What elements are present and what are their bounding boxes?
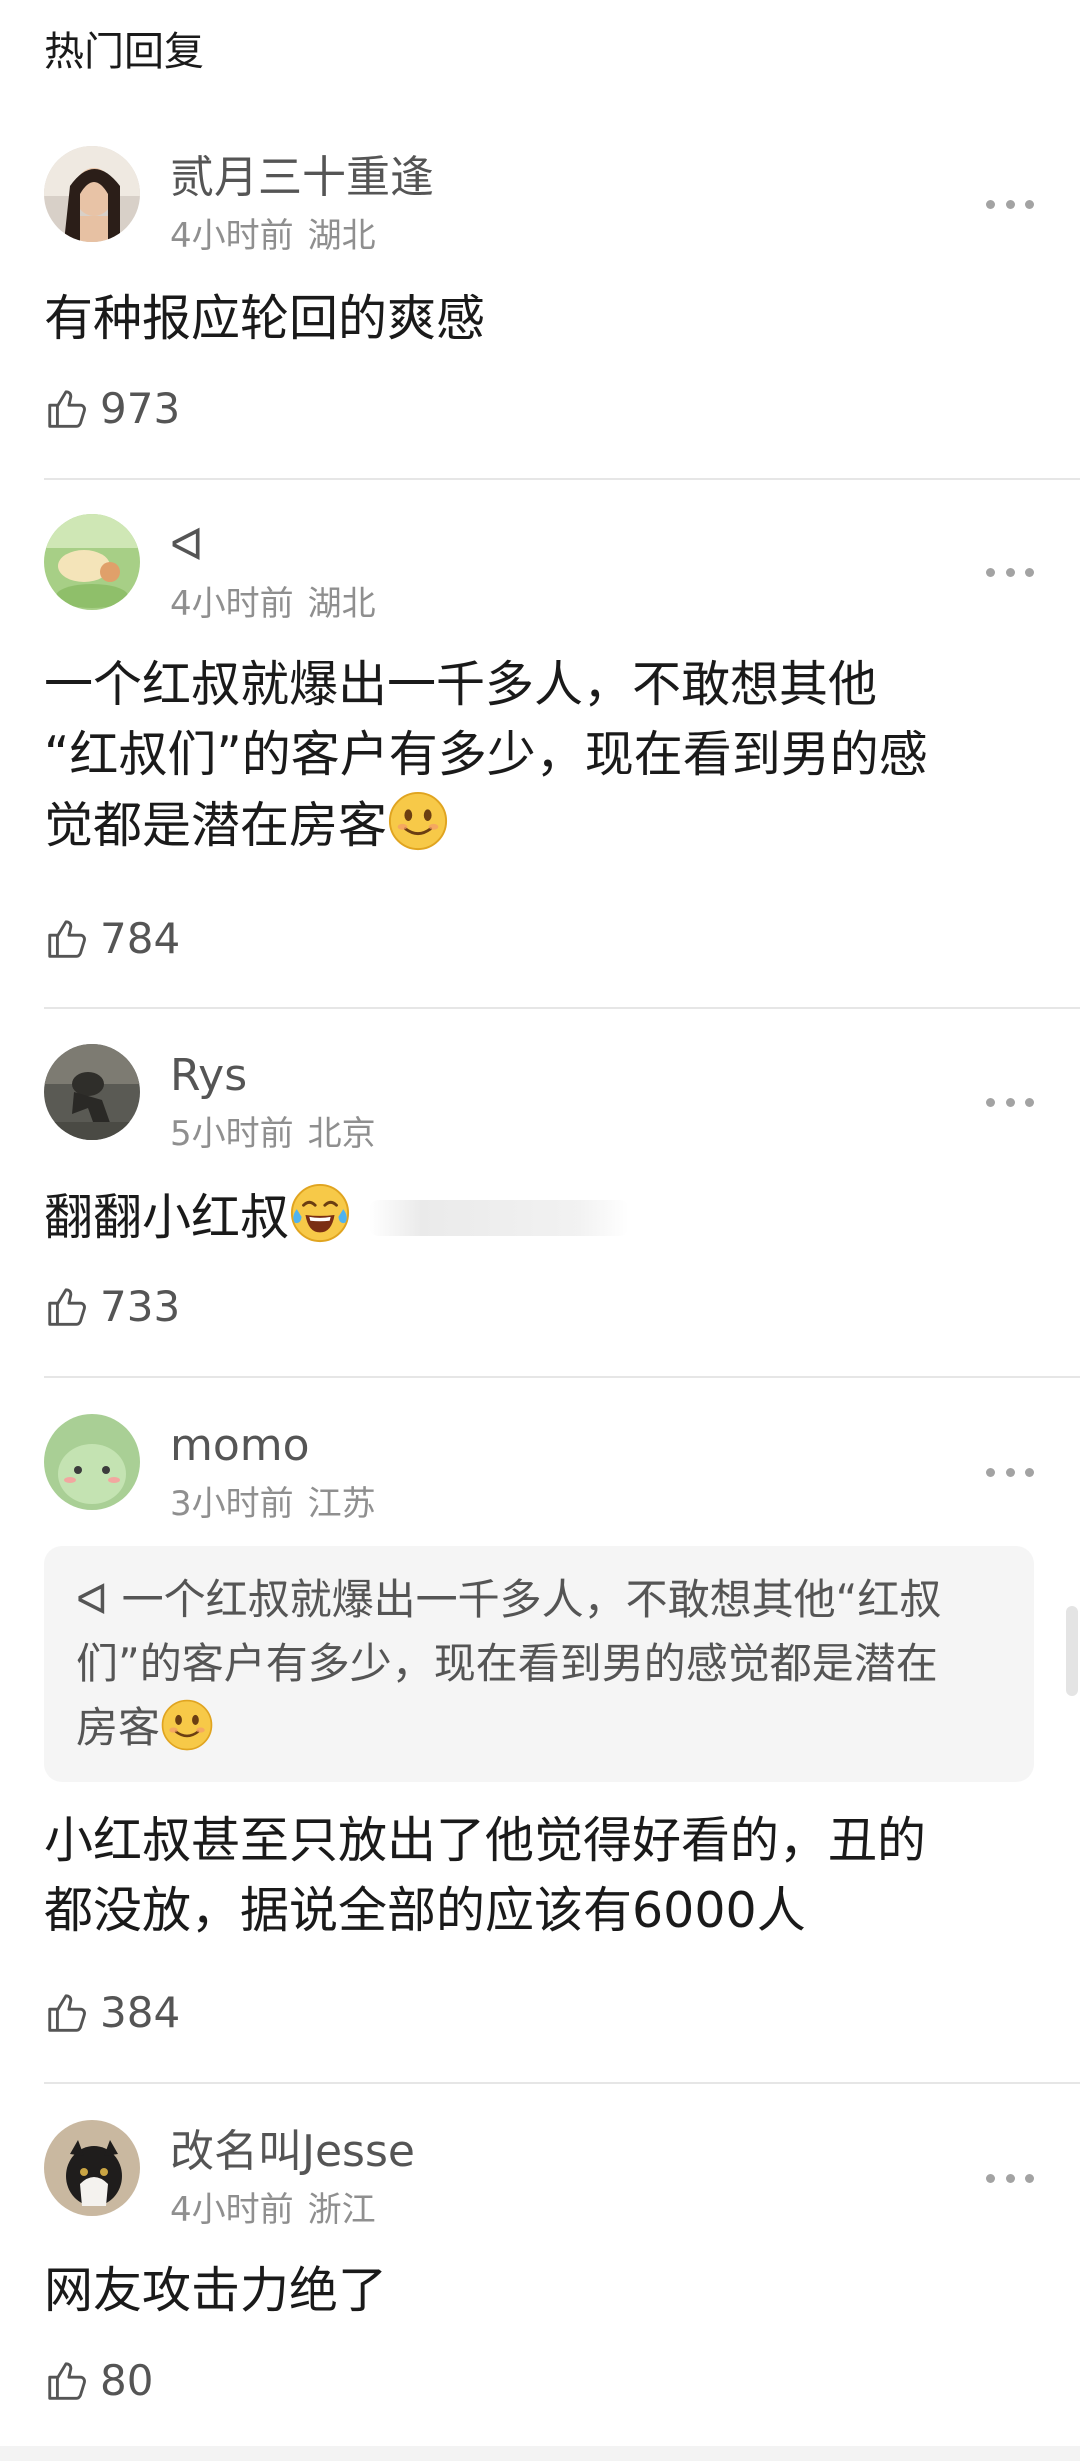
divider	[44, 1376, 1080, 1378]
comment-time: 4小时前	[170, 584, 294, 624]
divider	[44, 1007, 1080, 1009]
more-dots-icon[interactable]	[986, 2168, 1034, 2188]
comment-location: 北京	[307, 1114, 376, 1154]
thumbs-up-icon	[48, 1287, 86, 1326]
comment-location: 湖北	[307, 584, 376, 624]
more-dots-icon[interactable]	[986, 194, 1034, 214]
comment-location: 浙江	[307, 2190, 376, 2230]
quoted-reply[interactable]: ᐊ 一个红叔就爆出一千多人，不敢想其他“红叔 们”的客户有多少，现在看到男的感觉…	[44, 1546, 1034, 1782]
comment-location: 江苏	[307, 1484, 376, 1524]
bottom-edge	[0, 2446, 1080, 2461]
avatar[interactable]	[44, 514, 140, 610]
section-title: 热门回复	[44, 29, 204, 75]
thumbs-up-icon	[48, 389, 86, 428]
comment-text-line: 觉都是潜在房客	[44, 790, 1044, 861]
comment-text-line: “红叔们”的客户有多少，现在看到男的感	[44, 726, 928, 783]
username[interactable]: momo	[170, 1418, 310, 1474]
comment-text: 网友攻击力绝了	[44, 2262, 388, 2319]
username[interactable]: ᐊ	[170, 518, 204, 574]
comment-time: 3小时前	[170, 1484, 294, 1524]
comment-meta: 4小时前 湖北	[170, 214, 376, 258]
comment-text-line: 都没放，据说全部的应该有6000人	[44, 1882, 806, 1939]
avatar[interactable]	[44, 1414, 140, 1510]
comment-text: 一个红叔就爆出一千多人，不敢想其他 “红叔们”的客户有多少，现在看到男的感 觉都…	[44, 650, 1044, 861]
divider	[44, 478, 1080, 480]
comment-location: 湖北	[307, 216, 376, 256]
like-button[interactable]: 784	[44, 914, 180, 963]
slight-smile-emoji	[161, 1699, 213, 1751]
like-button[interactable]: 973	[44, 384, 180, 433]
comment-time: 4小时前	[170, 216, 294, 256]
scrollbar-thumb[interactable]	[1066, 1606, 1078, 1696]
slight-smile-emoji	[388, 791, 448, 851]
like-button[interactable]: 80	[44, 2356, 153, 2405]
more-dots-icon[interactable]	[986, 562, 1034, 582]
quoted-text-line: ᐊ 一个红叔就爆出一千多人，不敢想其他“红叔	[76, 1575, 942, 1624]
thumbs-up-icon	[48, 1993, 86, 2032]
thumbs-up-icon	[48, 919, 86, 958]
thumbs-up-icon	[48, 2361, 86, 2400]
quoted-text-line: 们”的客户有多少，现在看到男的感觉都是潜在	[76, 1639, 938, 1688]
like-count: 784	[100, 914, 181, 963]
quoted-text-line: 房客	[76, 1696, 1002, 1760]
username[interactable]: 改名叫Jesse	[170, 2124, 415, 2180]
comment-meta: 4小时前 浙江	[170, 2188, 376, 2232]
comment-text: 小红叔甚至只放出了他觉得好看的，丑的 都没放，据说全部的应该有6000人	[44, 1806, 1044, 1946]
comment-text: 翻翻小红叔	[44, 1182, 1044, 1253]
like-button[interactable]: 384	[44, 1988, 180, 2037]
comment-meta: 4小时前 湖北	[170, 582, 376, 626]
comment-time: 4小时前	[170, 2190, 294, 2230]
avatar[interactable]	[44, 146, 140, 242]
tears-of-joy-emoji	[290, 1183, 350, 1243]
like-count: 384	[100, 1988, 181, 2037]
more-dots-icon[interactable]	[986, 1092, 1034, 1112]
username[interactable]: Rys	[170, 1048, 247, 1104]
comment-text-line: 小红叔甚至只放出了他觉得好看的，丑的	[44, 1812, 927, 1869]
like-count: 733	[100, 1282, 181, 1331]
username[interactable]: 贰月三十重逢	[170, 150, 434, 206]
like-count: 80	[100, 2356, 154, 2405]
like-count: 973	[100, 384, 181, 433]
avatar[interactable]	[44, 1044, 140, 1140]
more-dots-icon[interactable]	[986, 1462, 1034, 1482]
comment-meta: 5小时前 北京	[170, 1112, 376, 1156]
divider	[44, 2082, 1080, 2084]
blurred-region	[369, 1200, 630, 1236]
comment-time: 5小时前	[170, 1114, 294, 1154]
comment-text: 有种报应轮回的爽感	[44, 290, 486, 347]
like-button[interactable]: 733	[44, 1282, 180, 1331]
avatar[interactable]	[44, 2120, 140, 2216]
comment-text-line: 一个红叔就爆出一千多人，不敢想其他	[44, 656, 878, 713]
comment-meta: 3小时前 江苏	[170, 1482, 376, 1526]
